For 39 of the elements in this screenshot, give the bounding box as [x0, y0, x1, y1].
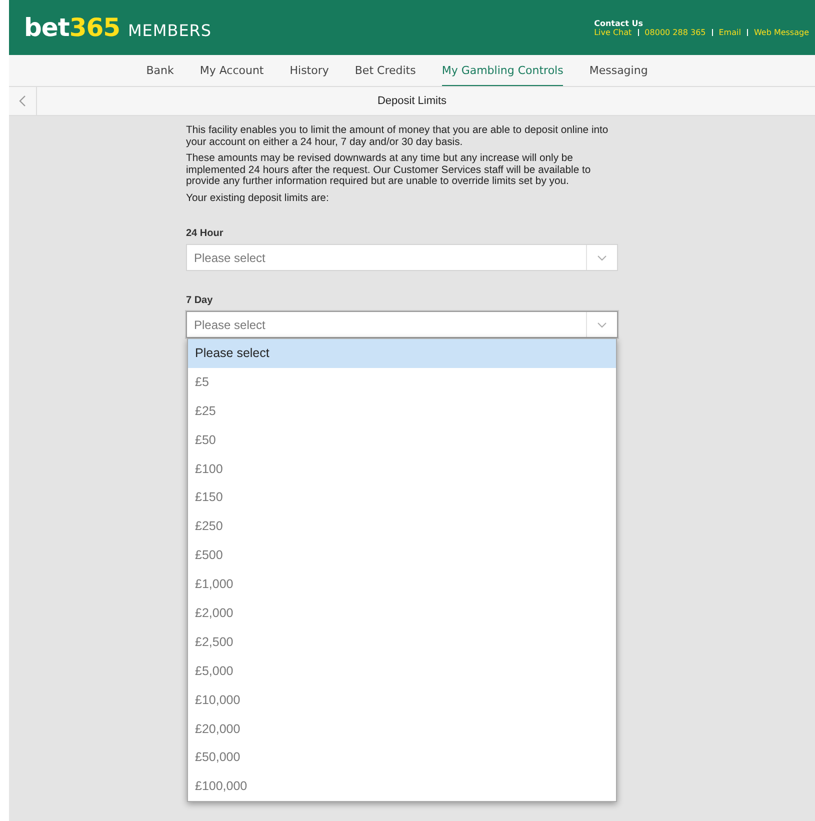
logo[interactable]: bet365 — [24, 13, 120, 42]
dropdown-option[interactable]: £25 — [188, 396, 616, 426]
nav-tab[interactable]: History — [290, 55, 329, 86]
dropdown-option[interactable]: £100,000 — [188, 772, 616, 802]
contact-title: Contact Us — [594, 18, 644, 28]
field-label: 7 Day — [186, 295, 214, 306]
nav-tab[interactable]: My Gambling Controls — [442, 55, 564, 86]
nav-tab[interactable]: Bank — [146, 55, 174, 86]
contact-link[interactable]: 08000 288 365 — [644, 28, 706, 36]
dropdown-option[interactable]: £150 — [188, 483, 616, 512]
nav-tab[interactable]: My Account — [200, 55, 264, 86]
chevron-left-icon — [18, 95, 26, 107]
dropdown-option[interactable]: £10,000 — [188, 686, 616, 715]
logo-subtitle: MEMBERS — [128, 21, 212, 40]
dropdown-option[interactable]: £20,000 — [188, 714, 616, 744]
contact-link[interactable]: Live Chat — [594, 28, 632, 36]
nav-tab[interactable]: Messaging — [589, 55, 648, 86]
dropdown-option[interactable]: £2,500 — [188, 628, 616, 657]
paragraph: This facility enables you to limit the amount of money that you are able to deposit online into your account on either a 24 hour, 7 day and/or 30 day basis. — [186, 125, 610, 148]
chevron-down-icon — [597, 254, 607, 260]
dropdown-option[interactable]: £250 — [188, 512, 616, 542]
dropdown-option[interactable]: £100 — [188, 454, 616, 484]
dropdown-option[interactable]: £50 — [188, 426, 616, 455]
nav-tab[interactable]: Bet Credits — [354, 55, 416, 86]
chevron-down-icon — [597, 322, 607, 328]
contact-link[interactable]: Web Message — [754, 28, 809, 36]
paragraph: These amounts may be revised downwards at any time but any increase will only be implemented 24 hours after the request. Our Customer Services staff will be available to provide any further information required but are unable to override limits set by you. — [186, 153, 592, 188]
dropdown-option[interactable]: £2,000 — [188, 599, 616, 628]
paragraph: Your existing deposit limits are: — [186, 192, 330, 204]
dropdown-option[interactable]: £50,000 — [188, 743, 616, 772]
page-title: Deposit Limits — [376, 95, 448, 107]
field-label: 24 Hour — [186, 228, 224, 239]
dropdown-option[interactable]: £5,000 — [188, 656, 616, 686]
dropdown-option[interactable]: Please select — [188, 339, 616, 368]
dropdown-option[interactable]: £1,000 — [188, 570, 616, 600]
dropdown-option[interactable]: £500 — [188, 541, 616, 570]
select-field[interactable]: Please select — [186, 244, 618, 271]
dropdown-option[interactable]: £5 — [188, 368, 616, 397]
contact-link[interactable]: Email — [718, 28, 741, 36]
